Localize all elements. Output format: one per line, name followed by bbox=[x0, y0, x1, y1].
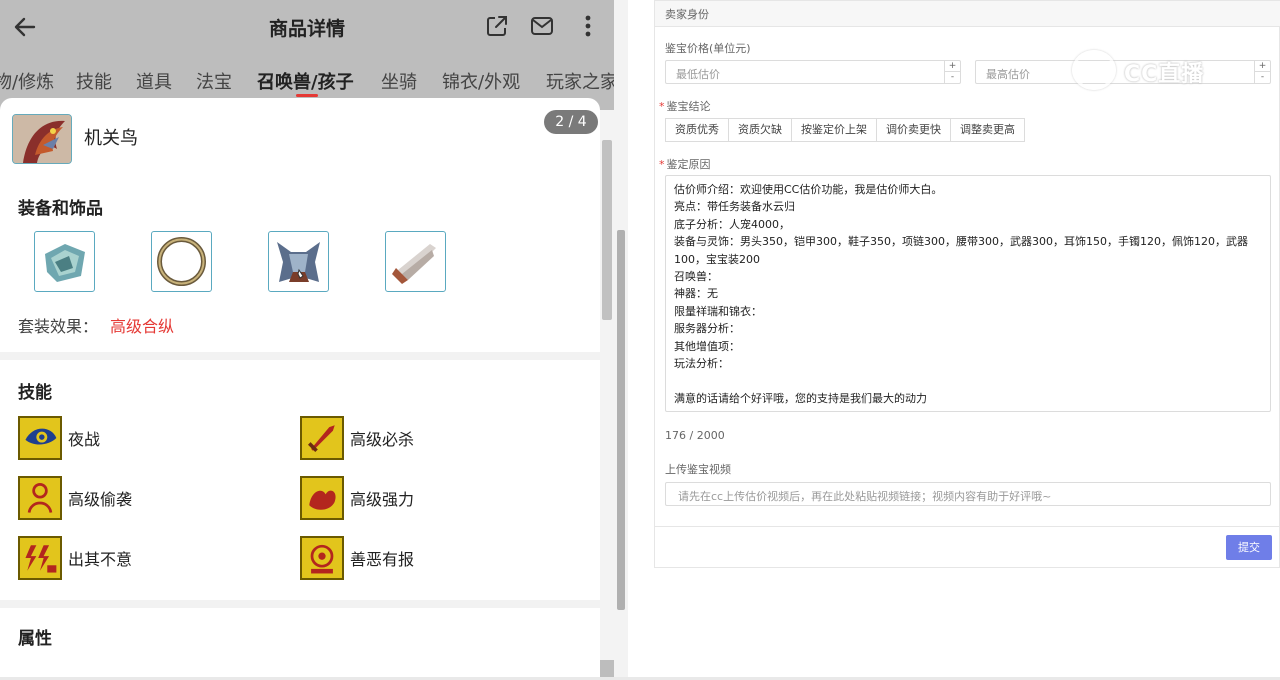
decrement-button[interactable]: - bbox=[945, 72, 960, 83]
card-scrollbar-thumb[interactable] bbox=[602, 140, 612, 320]
equipment-slot-4[interactable] bbox=[385, 231, 446, 292]
conclusion-options: 资质优秀 资质欠缺 按鉴定价上架 调价卖更快 调整卖更高 bbox=[665, 118, 1025, 142]
skill-name: 高级强力 bbox=[350, 490, 415, 509]
top-bar: 商品详情 bbox=[0, 0, 614, 54]
page-scrollbar[interactable] bbox=[614, 0, 628, 680]
attributes-section-title: 属性 bbox=[18, 629, 52, 649]
pet-name: 机关鸟 bbox=[84, 128, 138, 149]
tab-player-home[interactable]: 玩家之家 bbox=[546, 68, 614, 94]
tab-cultivation[interactable]: 物/修炼 bbox=[0, 68, 54, 94]
max-price-placeholder: 最高估价 bbox=[986, 68, 1030, 81]
category-tabs: 物/修炼 技能 道具 法宝 召唤兽/孩子 坐骑 锦衣/外观 玩家之家 bbox=[0, 58, 614, 98]
min-price-placeholder: 最低估价 bbox=[676, 68, 720, 81]
tab-magic-treasure[interactable]: 法宝 bbox=[196, 68, 232, 94]
section-divider bbox=[0, 600, 600, 608]
watermark: CC直播 bbox=[1072, 50, 1280, 90]
active-tab-indicator bbox=[296, 94, 318, 97]
strength-skill-icon bbox=[300, 476, 344, 520]
skill-name: 夜战 bbox=[68, 430, 101, 449]
seller-identity-header: 卖家身份 bbox=[655, 1, 1280, 27]
mobile-app-panel: 商品详情 物/修炼 技能 道具 法宝 召唤兽/孩子 坐骑 锦衣/外观 玩家之家 … bbox=[0, 0, 628, 680]
conclusion-option[interactable]: 按鉴定价上架 bbox=[791, 118, 877, 142]
reason-label-text: 鉴定原因 bbox=[666, 158, 711, 171]
increment-button[interactable]: + bbox=[945, 61, 960, 72]
page-indicator: 2 / 4 bbox=[544, 110, 598, 134]
sneak-attack-skill-icon bbox=[18, 476, 62, 520]
more-vertical-icon[interactable] bbox=[575, 13, 601, 39]
reason-textarea[interactable]: 估价师介绍：欢迎使用CC估价功能，我是估价师大白。 亮点：带任务装备水云归 底子… bbox=[665, 175, 1271, 412]
equipment-slot-2[interactable] bbox=[151, 231, 212, 292]
skills-section-title: 技能 bbox=[18, 383, 52, 403]
page-title: 商品详情 bbox=[268, 18, 345, 40]
video-link-input[interactable]: 请先在cc上传估价视频后，再在此处粘贴视频链接；视频内容有助于好评哦~ bbox=[665, 482, 1271, 506]
set-effect-label: 套装效果： bbox=[18, 317, 99, 336]
price-label: 鉴宝价格(单位元) bbox=[665, 42, 751, 55]
required-mark: * bbox=[659, 100, 665, 113]
sword-skill-icon bbox=[300, 416, 344, 460]
card-scrollbar[interactable] bbox=[600, 110, 614, 660]
mechanical-bird-icon bbox=[13, 115, 71, 163]
conclusion-option[interactable]: 调整卖更高 bbox=[950, 118, 1025, 142]
min-price-input[interactable]: 最低估价 + - bbox=[665, 60, 961, 84]
set-effect-row: 套装效果： 高级合纵 bbox=[18, 313, 174, 337]
surprise-skill-icon bbox=[18, 536, 62, 580]
skill-name: 善恶有报 bbox=[350, 550, 415, 569]
section-divider bbox=[0, 352, 600, 360]
tab-outfit[interactable]: 锦衣/外观 bbox=[442, 68, 520, 94]
equipment-section-title: 装备和饰品 bbox=[18, 199, 103, 219]
night-battle-skill-icon bbox=[18, 416, 62, 460]
min-price-stepper[interactable]: + - bbox=[944, 61, 960, 83]
form-footer-divider bbox=[655, 526, 1280, 527]
video-label: 上传鉴宝视频 bbox=[665, 463, 731, 476]
armor-piece-icon bbox=[45, 244, 85, 282]
tab-items[interactable]: 道具 bbox=[136, 68, 172, 94]
tab-summon-beast[interactable]: 召唤兽/孩子 bbox=[257, 68, 354, 94]
conclusion-option[interactable]: 资质优秀 bbox=[665, 118, 729, 142]
ring-icon bbox=[157, 237, 206, 286]
equipment-slot-3[interactable] bbox=[268, 231, 329, 292]
tab-mount[interactable]: 坐骑 bbox=[381, 68, 417, 94]
skill-name: 高级偷袭 bbox=[68, 490, 133, 509]
required-mark: * bbox=[659, 158, 665, 171]
submit-button[interactable]: 提交 bbox=[1226, 535, 1272, 560]
set-effect-value: 高级合纵 bbox=[110, 317, 175, 336]
skill-name: 高级必杀 bbox=[350, 430, 415, 449]
conclusion-label: * 鉴宝结论 bbox=[659, 98, 711, 114]
claw-accessory-icon bbox=[392, 244, 436, 284]
equipment-slot-1[interactable] bbox=[34, 231, 95, 292]
conclusion-label-text: 鉴宝结论 bbox=[666, 100, 711, 113]
watermark-text: CC直播 bbox=[1124, 62, 1205, 87]
pet-avatar[interactable] bbox=[12, 114, 72, 164]
skill-name: 出其不意 bbox=[68, 550, 133, 569]
conclusion-option[interactable]: 调价卖更快 bbox=[876, 118, 951, 142]
cc-logo-icon bbox=[1072, 50, 1116, 90]
character-counter: 176 / 2000 bbox=[665, 429, 725, 442]
reason-label: * 鉴定原因 bbox=[659, 156, 711, 172]
mail-icon[interactable] bbox=[529, 13, 555, 39]
conclusion-option[interactable]: 资质欠缺 bbox=[728, 118, 792, 142]
pet-armor-icon bbox=[277, 242, 320, 282]
share-icon[interactable] bbox=[484, 13, 510, 39]
karma-skill-icon bbox=[300, 536, 344, 580]
tab-skills[interactable]: 技能 bbox=[76, 68, 112, 94]
page-scrollbar-thumb[interactable] bbox=[617, 230, 625, 610]
detail-card: 2 / 4 机关鸟 装备和饰品 套装效果： 高级合纵 技能 夜战 高级必杀 高级… bbox=[0, 98, 600, 680]
